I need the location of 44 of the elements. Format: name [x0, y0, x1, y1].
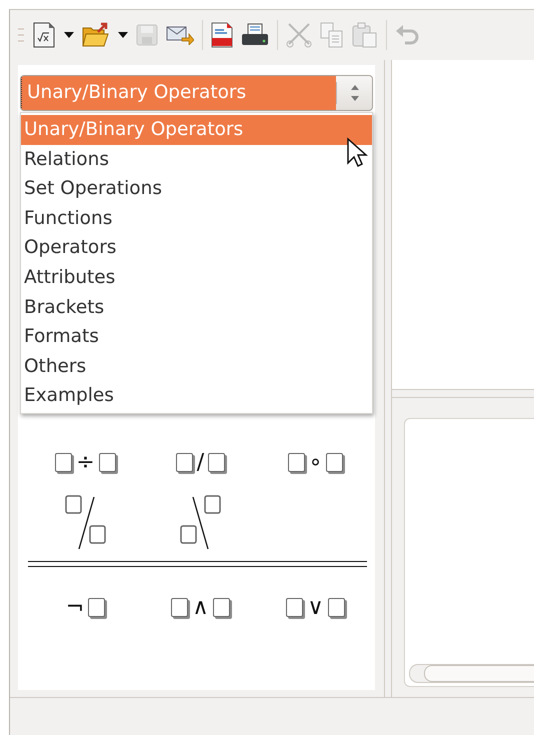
mouse-pointer-icon — [346, 137, 368, 169]
symbol-button[interactable]: ¬ — [28, 592, 143, 622]
placeholder-square-icon — [212, 598, 230, 616]
scissors-icon — [286, 22, 312, 48]
dropdown-option[interactable]: Attributes — [21, 262, 372, 293]
symbol-button[interactable]: ∨ — [258, 592, 373, 622]
folder-icon — [82, 22, 110, 48]
envelope-arrow-icon — [166, 25, 194, 45]
placeholder-square-icon — [171, 598, 188, 616]
horizontal-scrollbar[interactable] — [409, 664, 534, 683]
placeholder-square-icon — [55, 452, 72, 472]
placeholder-square-icon — [328, 598, 345, 616]
symbol-button[interactable]: ∧ — [143, 592, 258, 622]
placeholder-square-icon — [98, 452, 116, 472]
spinner-arrows-icon — [350, 84, 360, 102]
slash-fraction-icon — [62, 494, 108, 550]
placeholder-square-icon — [326, 452, 344, 472]
caret-icon — [64, 32, 74, 38]
scrollbar-thumb[interactable] — [424, 665, 534, 682]
clipboard-icon — [352, 22, 378, 48]
placeholder-square-icon — [288, 452, 305, 472]
copy-icon — [320, 22, 344, 48]
symbol-button[interactable]: ÷ — [28, 448, 143, 476]
placeholder-square-icon — [88, 598, 106, 616]
dropdown-option[interactable]: Functions — [21, 204, 372, 234]
dropdown-option[interactable]: Formats — [21, 322, 372, 352]
dropdown-option[interactable]: Relations — [21, 144, 372, 174]
printer-icon — [241, 23, 269, 47]
dropdown-option[interactable]: Others — [21, 352, 372, 382]
dropdown-option[interactable]: Operators — [21, 233, 372, 263]
backslash-fraction-icon — [178, 494, 224, 550]
symbol-button[interactable]: ∘ — [258, 448, 373, 476]
undo-icon — [395, 23, 419, 47]
placeholder-square-icon — [176, 452, 193, 472]
formula-document-icon — [32, 22, 56, 48]
symbol-button[interactable]: / — [143, 448, 258, 476]
caret-icon — [118, 32, 128, 38]
dropdown-option[interactable]: Brackets — [21, 292, 372, 322]
dropdown-option[interactable]: Set Operations — [21, 174, 372, 204]
placeholder-square-icon — [286, 598, 304, 616]
dropdown-option[interactable]: Examples — [21, 381, 372, 411]
pdf-document-icon — [211, 22, 233, 48]
toolbar-grip-icon — [18, 28, 24, 42]
placeholder-square-icon — [208, 452, 226, 472]
